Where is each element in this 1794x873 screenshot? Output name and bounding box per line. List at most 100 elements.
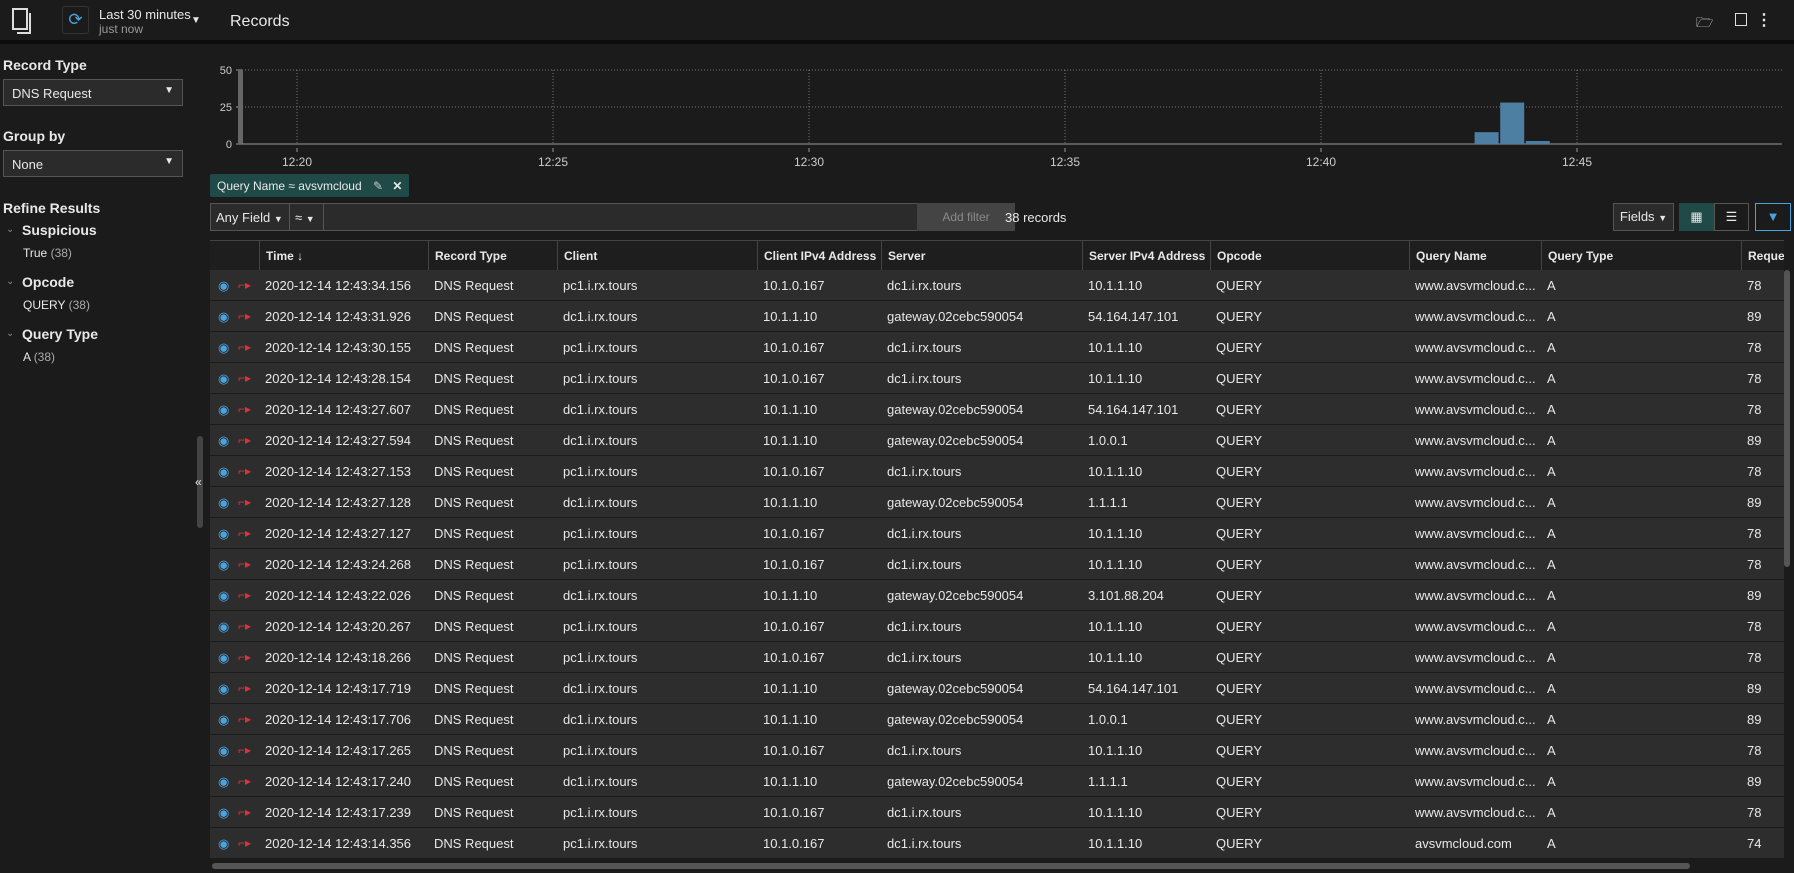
suspicious-camera-icon[interactable]: ⌐▸ [232,363,251,394]
column-header[interactable]: Query Type [1541,241,1741,272]
field-select[interactable]: Any Field ▼ [211,204,290,230]
add-filter-button[interactable]: Add filter [917,203,1015,231]
list-view-icon[interactable]: ☰ [1714,203,1749,231]
record-target-icon[interactable]: ◉ [212,518,229,549]
filter-chip-label: Query Name ≈ avsvmcloud [217,179,362,193]
suspicious-camera-icon[interactable]: ⌐▸ [232,549,251,580]
column-header[interactable]: Record Type [428,241,557,272]
operator-select[interactable]: ≈ ▼ [290,204,324,230]
open-folder-icon[interactable]: 🗁 [1696,12,1713,36]
table-row[interactable]: ◉ ⌐▸ 2020-12-14 12:43:34.156 DNS Request pc… [210,270,1784,301]
record-target-icon[interactable]: ◉ [212,735,229,766]
record-target-icon[interactable]: ◉ [212,611,229,642]
record-target-icon[interactable]: ◉ [212,580,229,611]
table-row[interactable]: ◉ ⌐▸ 2020-12-14 12:43:17.719 DNS Request dc… [210,673,1784,704]
suspicious-camera-icon[interactable]: ⌐▸ [232,704,251,735]
record-target-icon[interactable]: ◉ [212,425,229,456]
suspicious-camera-icon[interactable]: ⌐▸ [232,487,251,518]
suspicious-camera-icon[interactable]: ⌐▸ [232,580,251,611]
facet-value[interactable]: A (38) [23,350,55,364]
suspicious-camera-icon[interactable]: ⌐▸ [232,270,251,301]
suspicious-camera-icon[interactable]: ⌐▸ [232,425,251,456]
horizontal-scrollbar[interactable] [212,863,1690,869]
record-target-icon[interactable]: ◉ [212,549,229,580]
suspicious-camera-icon[interactable]: ⌐▸ [232,828,251,859]
record-target-icon[interactable]: ◉ [212,301,229,332]
fields-dropdown[interactable]: Fields ▼ [1613,203,1674,231]
table-row[interactable]: ◉ ⌐▸ 2020-12-14 12:43:17.240 DNS Request dc… [210,766,1784,797]
table-row[interactable]: ◉ ⌐▸ 2020-12-14 12:43:24.268 DNS Request pc… [210,549,1784,580]
column-header[interactable]: Server IPv4 Address [1082,241,1210,272]
time-range-picker[interactable]: Last 30 minutes just now [99,7,191,36]
remove-filter-icon[interactable]: ✕ [392,179,402,193]
record-target-icon[interactable]: ◉ [212,270,229,301]
record-target-icon[interactable]: ◉ [212,487,229,518]
column-header[interactable]: Query Name [1409,241,1541,272]
suspicious-camera-icon[interactable]: ⌐▸ [232,394,251,425]
record-target-icon[interactable]: ◉ [212,766,229,797]
record-target-icon[interactable]: ◉ [212,363,229,394]
chevron-down-icon[interactable]: ▼ [191,15,201,26]
suspicious-camera-icon[interactable]: ⌐▸ [232,332,251,363]
table-row[interactable]: ◉ ⌐▸ 2020-12-14 12:43:31.926 DNS Request dc… [210,301,1784,332]
record-target-icon[interactable]: ◉ [212,704,229,735]
filter-value-input[interactable] [325,204,915,230]
table-row[interactable]: ◉ ⌐▸ 2020-12-14 12:43:17.265 DNS Request pc… [210,735,1784,766]
suspicious-camera-icon[interactable]: ⌐▸ [232,735,251,766]
record-type-select[interactable]: DNS Request ▼ [3,79,183,106]
vertical-scrollbar[interactable] [1784,270,1790,567]
table-row[interactable]: ◉ ⌐▸ 2020-12-14 12:43:17.706 DNS Request dc… [210,704,1784,735]
record-target-icon[interactable]: ◉ [212,797,229,828]
suspicious-camera-icon[interactable]: ⌐▸ [232,456,251,487]
facet-chevron-icon[interactable]: ⌄ [6,328,14,339]
suspicious-camera-icon[interactable]: ⌐▸ [232,673,251,704]
table-row[interactable]: ◉ ⌐▸ 2020-12-14 12:43:27.153 DNS Request pc… [210,456,1784,487]
table-row[interactable]: ◉ ⌐▸ 2020-12-14 12:43:20.267 DNS Request pc… [210,611,1784,642]
column-header[interactable]: Request [1741,241,1784,272]
facet-0-title[interactable]: Suspicious [22,222,97,238]
table-row[interactable]: ◉ ⌐▸ 2020-12-14 12:43:22.026 DNS Request dc… [210,580,1784,611]
record-target-icon[interactable]: ◉ [212,394,229,425]
table-row[interactable]: ◉ ⌐▸ 2020-12-14 12:43:30.155 DNS Request pc… [210,332,1784,363]
table-view-icon[interactable]: ▦ [1679,203,1714,231]
table-row[interactable]: ◉ ⌐▸ 2020-12-14 12:43:27.128 DNS Request dc… [210,487,1784,518]
table-row[interactable]: ◉ ⌐▸ 2020-12-14 12:43:28.154 DNS Request pc… [210,363,1784,394]
facet-chevron-icon[interactable]: ⌄ [6,224,14,235]
facet-value[interactable]: True (38) [23,246,72,260]
facet-chevron-icon[interactable]: ⌄ [6,276,14,287]
facet-value[interactable]: QUERY (38) [23,298,90,312]
record-target-icon[interactable]: ◉ [212,642,229,673]
more-menu-icon[interactable]: ⋮ [1756,10,1772,30]
table-row[interactable]: ◉ ⌐▸ 2020-12-14 12:43:27.127 DNS Request pc… [210,518,1784,549]
column-header[interactable]: Time ↓ [259,241,428,272]
suspicious-camera-icon[interactable]: ⌐▸ [232,611,251,642]
column-header[interactable]: Client IPv4 Address [757,241,881,272]
table-cell: 89 [1747,495,1762,510]
group-by-select[interactable]: None ▼ [3,150,183,177]
filter-funnel-icon[interactable]: ▼ [1755,203,1791,231]
suspicious-camera-icon[interactable]: ⌐▸ [232,797,251,828]
facet-2-title[interactable]: Query Type [22,326,98,342]
suspicious-camera-icon[interactable]: ⌐▸ [232,301,251,332]
collapse-sidebar-icon[interactable]: « [195,475,202,489]
table-row[interactable]: ◉ ⌐▸ 2020-12-14 12:43:17.239 DNS Request pc… [210,797,1784,828]
table-row[interactable]: ◉ ⌐▸ 2020-12-14 12:43:27.594 DNS Request dc… [210,425,1784,456]
suspicious-camera-icon[interactable]: ⌐▸ [232,642,251,673]
record-target-icon[interactable]: ◉ [212,673,229,704]
refresh-icon[interactable]: ⟳ [62,6,89,34]
record-target-icon[interactable]: ◉ [212,456,229,487]
table-row[interactable]: ◉ ⌐▸ 2020-12-14 12:43:27.607 DNS Request dc… [210,394,1784,425]
edit-pencil-icon[interactable]: ✎ [373,179,383,193]
save-icon[interactable] [1735,13,1747,26]
suspicious-camera-icon[interactable]: ⌐▸ [232,518,251,549]
column-header[interactable]: Server [881,241,1082,272]
column-header[interactable]: Client [557,241,757,272]
table-row[interactable]: ◉ ⌐▸ 2020-12-14 12:43:18.266 DNS Request pc… [210,642,1784,673]
suspicious-camera-icon[interactable]: ⌐▸ [232,766,251,797]
facet-1-title[interactable]: Opcode [22,274,74,290]
record-target-icon[interactable]: ◉ [212,332,229,363]
column-header[interactable]: Opcode [1210,241,1409,272]
filter-chip[interactable]: Query Name ≈ avsvmcloud ✎ ✕ [210,174,410,197]
table-row[interactable]: ◉ ⌐▸ 2020-12-14 12:43:14.356 DNS Request pc… [210,828,1784,859]
record-target-icon[interactable]: ◉ [212,828,229,859]
